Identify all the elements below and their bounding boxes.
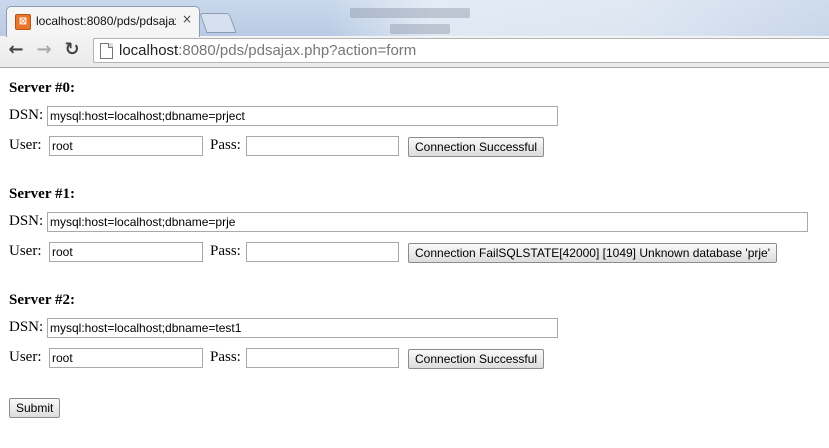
forward-icon[interactable]: → xyxy=(32,38,56,62)
server-1-pass-input[interactable] xyxy=(246,242,399,262)
xampp-favicon-icon: ⊠ xyxy=(15,14,31,30)
server-1-status-button[interactable]: Connection FailSQLSTATE[42000] [1049] Un… xyxy=(408,243,778,263)
server-0-dsn-label: DSN: xyxy=(9,107,44,123)
back-icon[interactable]: ← xyxy=(4,38,28,62)
server-0-pass-input[interactable] xyxy=(246,136,399,156)
server-2-pass-input[interactable] xyxy=(246,348,399,368)
url-host: localhost xyxy=(119,42,179,59)
tab-title: localhost:8080/pds/pdsajax.php?action=fo… xyxy=(36,14,176,28)
new-tab-button[interactable] xyxy=(199,13,237,33)
server-1-user-input[interactable] xyxy=(49,242,203,262)
server-2-dsn-label: DSN: xyxy=(9,319,44,335)
browser-chrome: ⊠ localhost:8080/pds/pdsajax.php?action=… xyxy=(0,0,829,68)
server-0-pass-label: Pass: xyxy=(210,137,241,153)
server-0-user-input[interactable] xyxy=(49,136,203,156)
background-window xyxy=(330,0,829,36)
server-1-heading: Server #1: xyxy=(9,186,75,202)
server-0-status-button[interactable]: Connection Successful xyxy=(408,137,545,157)
server-2-dsn-input[interactable] xyxy=(47,318,558,338)
server-2-status-button[interactable]: Connection Successful xyxy=(408,349,545,369)
browser-tab[interactable]: ⊠ localhost:8080/pds/pdsajax.php?action=… xyxy=(6,6,200,37)
reload-icon[interactable]: ↻ xyxy=(60,38,84,62)
server-2-user-label: User: xyxy=(9,349,42,365)
server-1-dsn-input[interactable] xyxy=(47,212,808,232)
submit-button[interactable]: Submit xyxy=(9,398,61,418)
server-2-user-input[interactable] xyxy=(49,348,203,368)
server-0-user-label: User: xyxy=(9,137,42,153)
server-0-heading: Server #0: xyxy=(9,80,75,96)
url-text: localhost:8080/pds/pdsajax.php?action=fo… xyxy=(119,42,416,59)
address-bar[interactable]: localhost:8080/pds/pdsajax.php?action=fo… xyxy=(93,38,829,63)
server-1-pass-label: Pass: xyxy=(210,243,241,259)
server-0-dsn-input[interactable] xyxy=(47,106,558,126)
server-2-pass-label: Pass: xyxy=(210,349,241,365)
server-1-user-label: User: xyxy=(9,243,42,259)
page-icon xyxy=(100,43,113,59)
server-1-dsn-label: DSN: xyxy=(9,213,44,229)
server-2-heading: Server #2: xyxy=(9,292,75,308)
url-path: :8080/pds/pdsajax.php?action=form xyxy=(178,42,417,59)
tab-close-icon[interactable]: × xyxy=(182,12,192,26)
